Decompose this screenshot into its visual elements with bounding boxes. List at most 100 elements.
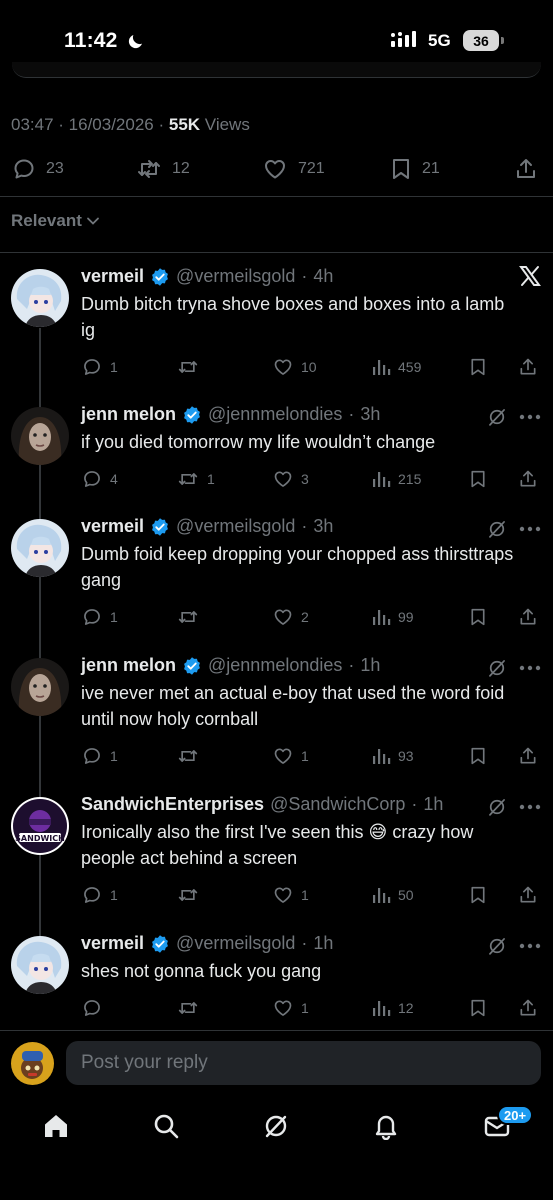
more-options-icon[interactable] [519,526,541,532]
post-meta: 03:47 · 16/03/2026 · 55K Views [11,115,250,134]
repost-button[interactable] [176,607,207,627]
share-icon[interactable] [518,998,538,1018]
author-name[interactable]: vermeil [81,933,144,954]
bookmark-stat[interactable]: 21 [390,157,440,181]
views-count: 50 [398,887,414,903]
like-count: 1 [301,1000,309,1016]
grok-icon[interactable] [486,518,508,540]
grok-icon[interactable] [486,935,508,957]
more-options-icon[interactable] [519,665,541,671]
avatar[interactable]: SANDWICH [11,797,69,855]
avatar[interactable] [11,936,69,994]
dot-separator: · [301,516,308,536]
like-button[interactable]: 3 [272,469,309,489]
bookmark-icon[interactable] [469,885,487,905]
reply-count: 1 [110,748,118,764]
sort-dropdown[interactable]: Relevant [11,211,100,231]
bookmark-icon[interactable] [469,746,487,766]
like-button[interactable]: 1 [272,746,309,766]
like-stat[interactable]: 721 [262,157,325,181]
author-handle[interactable]: @jennmelondies [208,404,342,425]
avatar-logo-text: SANDWICH [15,834,65,843]
reply-button[interactable]: 1 [81,746,118,766]
avatar[interactable] [11,519,69,577]
reply-button[interactable]: 1 [81,885,118,905]
more-options-icon[interactable] [519,804,541,810]
reply-icon [81,357,103,377]
author-name[interactable]: vermeil [81,516,144,537]
views-button[interactable]: 215 [371,469,421,489]
search-icon[interactable] [152,1112,180,1140]
repost-button[interactable] [176,998,207,1018]
repost-button[interactable] [176,885,207,905]
reply-button[interactable]: 1 [81,607,118,627]
views-button[interactable]: 12 [371,998,414,1018]
views-button[interactable]: 99 [371,607,414,627]
reply-time: 1h [313,933,334,953]
author-handle[interactable]: @jennmelondies [208,655,342,676]
verified-badge-icon [182,405,202,425]
views-button[interactable]: 50 [371,885,414,905]
views-button[interactable]: 459 [371,357,421,377]
divider [0,252,553,253]
author-handle[interactable]: @vermeilsgold [176,933,295,954]
reply-header: vermeil @vermeilsgold · 1h [81,933,333,954]
repost-button[interactable]: 1 [176,469,215,489]
bookmark-count: 21 [422,160,440,177]
repost-button[interactable] [176,746,207,766]
reply-header: SandwichEnterprises @SandwichCorp · 1h [81,794,443,815]
avatar[interactable] [11,658,69,716]
like-button[interactable]: 10 [272,357,317,377]
repost-button[interactable] [176,357,207,377]
bookmark-icon[interactable] [469,469,487,489]
author-handle[interactable]: @vermeilsgold [176,516,295,537]
reply-button[interactable]: 1 [81,357,118,377]
reply-button[interactable] [81,998,110,1018]
author-name[interactable]: jenn melon [81,404,176,425]
reply-stat[interactable]: 23 [12,157,64,181]
user-avatar[interactable] [11,1042,54,1085]
author-handle[interactable]: @SandwichCorp [270,794,405,815]
sort-label: Relevant [11,211,82,230]
share-icon[interactable] [518,357,538,377]
grok-icon[interactable] [486,406,508,428]
avatar[interactable] [11,269,69,327]
share-icon[interactable] [518,885,538,905]
repost-icon [176,998,200,1018]
grok-icon[interactable] [262,1112,290,1140]
repost-count: 1 [207,471,215,487]
author-name[interactable]: SandwichEnterprises [81,794,264,815]
reply-input[interactable]: Post your reply [66,1041,541,1085]
home-icon[interactable] [42,1112,70,1140]
share-icon[interactable] [514,157,538,181]
grok-icon[interactable] [486,796,508,818]
like-button[interactable]: 2 [272,607,309,627]
like-button[interactable]: 1 [272,998,309,1018]
reply-icon [81,885,103,905]
grok-icon[interactable] [486,657,508,679]
bookmark-icon[interactable] [469,998,487,1018]
share-icon[interactable] [518,469,538,489]
repost-stat[interactable]: 12 [136,157,190,181]
more-options-icon[interactable] [519,414,541,420]
author-handle[interactable]: @vermeilsgold [176,266,295,287]
reply-button[interactable]: 4 [81,469,118,489]
x-logo-icon [518,264,542,288]
share-icon[interactable] [518,746,538,766]
reply-header: jenn melon @jennmelondies · 3h [81,404,380,425]
share-icon[interactable] [518,607,538,627]
avatar[interactable] [11,407,69,465]
like-count: 2 [301,609,309,625]
views-button[interactable]: 93 [371,746,414,766]
reply-placeholder: Post your reply [81,1052,208,1073]
post-views-label: Views [204,115,250,134]
reply-icon [81,998,103,1018]
notifications-icon[interactable] [372,1112,400,1140]
more-options-icon[interactable] [519,943,541,949]
like-button[interactable]: 1 [272,885,309,905]
bookmark-icon[interactable] [469,607,487,627]
bookmark-icon[interactable] [469,357,487,377]
author-name[interactable]: jenn melon [81,655,176,676]
author-name[interactable]: vermeil [81,266,144,287]
dot-separator: · [301,933,308,953]
